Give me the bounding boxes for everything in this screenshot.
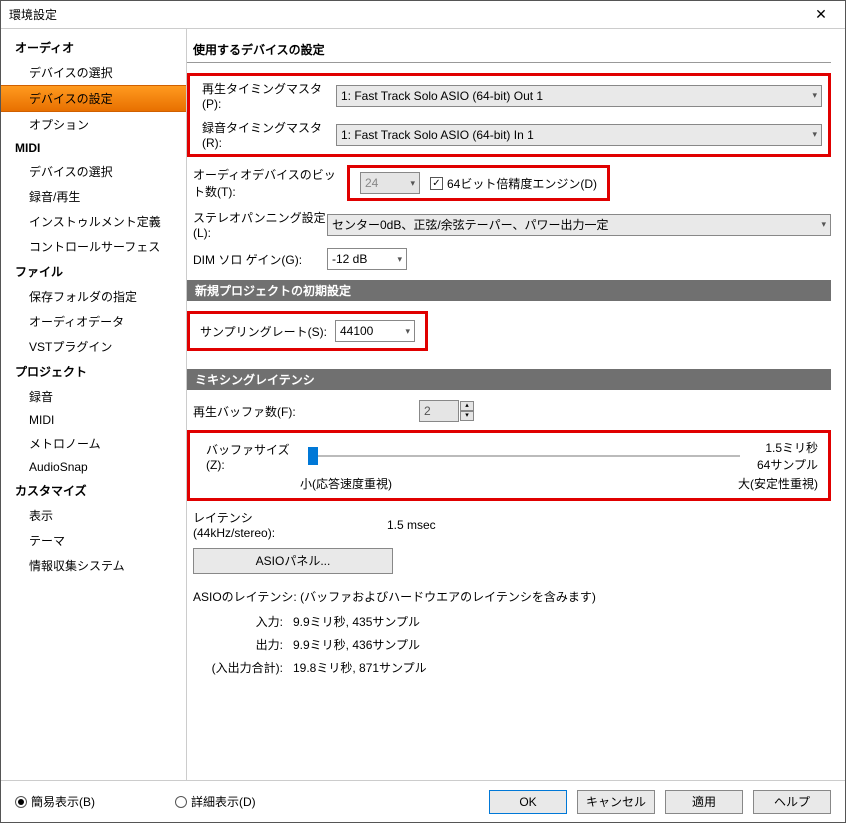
ok-button[interactable]: OK — [489, 790, 567, 814]
spinner-up-icon: ▴ — [460, 401, 474, 411]
sidebar: オーディオ デバイスの選択 デバイスの設定 オプション MIDI デバイスの選択… — [1, 29, 187, 780]
buffers-spinner: ▴ ▾ — [419, 400, 474, 422]
chevron-down-icon: ▾ — [410, 178, 415, 189]
latency-value: 1.5 msec — [387, 518, 436, 532]
sidebar-item-instrument[interactable]: インストゥルメント定義 — [1, 209, 186, 234]
page-heading: 使用するデバイスの設定 — [187, 37, 831, 63]
samplerate-value: 44100 — [340, 324, 373, 338]
bufsize-samples: 64サンプル — [748, 456, 818, 473]
checkbox-icon: ✓ — [430, 177, 443, 190]
footer: 簡易表示(B) 詳細表示(D) OK キャンセル 適用 ヘルプ — [1, 780, 845, 822]
latency-in-label: 入力: — [193, 613, 293, 630]
engine64-label: 64ビット倍精度エンジン(D) — [447, 175, 597, 192]
playback-master-label: 再生タイミングマスタ(P): — [196, 80, 336, 111]
sidebar-item-audiosnap[interactable]: AudioSnap — [1, 456, 186, 478]
help-button[interactable]: ヘルプ — [753, 790, 831, 814]
sidebar-item-midi-device[interactable]: デバイスの選択 — [1, 159, 186, 184]
sidebar-cat-customize: カスタマイズ — [1, 478, 186, 503]
spinner-down-icon: ▾ — [460, 411, 474, 421]
latency-out-label: 出力: — [193, 636, 293, 653]
sidebar-cat-project: プロジェクト — [1, 359, 186, 384]
latency-in-value: 9.9ミリ秒, 435サンプル — [293, 613, 420, 630]
samplerate-label: サンプリングレート(S): — [200, 323, 327, 340]
chevron-down-icon: ▾ — [405, 326, 410, 337]
sidebar-cat-file: ファイル — [1, 259, 186, 284]
chevron-down-icon: ▾ — [812, 129, 817, 140]
sidebar-item-midi2[interactable]: MIDI — [1, 409, 186, 431]
bufsize-slider[interactable] — [308, 455, 740, 457]
highlight-timing-master: 再生タイミングマスタ(P): 1: Fast Track Solo ASIO (… — [187, 73, 831, 157]
playback-master-select[interactable]: 1: Fast Track Solo ASIO (64-bit) Out 1 ▾ — [336, 85, 822, 107]
simple-view-radio[interactable]: 簡易表示(B) — [15, 793, 95, 810]
dim-select[interactable]: -12 dB ▾ — [327, 248, 407, 270]
asio-panel-button[interactable]: ASIOパネル... — [193, 548, 393, 574]
bufsize-small-label: 小(応答速度重視) — [300, 475, 392, 492]
sidebar-item-device-settings[interactable]: デバイスの設定 — [1, 85, 186, 112]
sidebar-item-device-select[interactable]: デバイスの選択 — [1, 60, 186, 85]
dim-label: DIM ソロ ゲイン(G): — [187, 251, 327, 268]
samplerate-select[interactable]: 44100 ▾ — [335, 320, 415, 342]
radio-icon — [175, 796, 187, 808]
newproject-bar: 新規プロジェクトの初期設定 — [187, 280, 831, 301]
sidebar-item-recplay[interactable]: 録音/再生 — [1, 184, 186, 209]
dim-value: -12 dB — [332, 252, 367, 266]
sidebar-item-metronome[interactable]: メトロノーム — [1, 431, 186, 456]
window-title: 環境設定 — [9, 6, 805, 23]
sidebar-item-theme[interactable]: テーマ — [1, 528, 186, 553]
cancel-button[interactable]: キャンセル — [577, 790, 655, 814]
bufsize-ms: 1.5ミリ秒 — [748, 439, 818, 456]
bufsize-large-label: 大(安定性重視) — [738, 475, 818, 492]
latency-total-value: 19.8ミリ秒, 871サンプル — [293, 659, 427, 676]
bufsize-label: バッファサイズ(Z): — [200, 441, 300, 472]
mixing-bar: ミキシングレイテンシ — [187, 369, 831, 390]
sidebar-cat-audio: オーディオ — [1, 35, 186, 60]
latency-out-value: 9.9ミリ秒, 436サンプル — [293, 636, 420, 653]
apply-button[interactable]: 適用 — [665, 790, 743, 814]
playback-master-value: 1: Fast Track Solo ASIO (64-bit) Out 1 — [341, 89, 543, 103]
sidebar-item-audiodata[interactable]: オーディオデータ — [1, 309, 186, 334]
sidebar-cat-midi: MIDI — [1, 137, 186, 159]
bitdepth-label: オーディオデバイスのビット数(T): — [187, 166, 347, 200]
simple-view-label: 簡易表示(B) — [31, 793, 95, 810]
asio-latency-label: ASIOのレイテンシ: (バッファおよびハードウエアのレイテンシを含みます) — [187, 588, 831, 605]
chevron-down-icon: ▾ — [812, 90, 817, 101]
panning-select[interactable]: センター0dB、正弦/余弦テーパー、パワー出力一定 ▾ — [327, 214, 831, 236]
radio-icon — [15, 796, 27, 808]
latency-total-label: (入出力合計): — [193, 659, 293, 676]
sidebar-item-controlsurface[interactable]: コントロールサーフェス — [1, 234, 186, 259]
chevron-down-icon: ▾ — [821, 219, 826, 230]
engine64-checkbox[interactable]: ✓ 64ビット倍精度エンジン(D) — [430, 175, 597, 192]
latency-label: レイテンシ(44kHz/stereo): — [187, 509, 327, 540]
titlebar: 環境設定 ✕ — [1, 1, 845, 29]
chevron-down-icon: ▾ — [397, 254, 402, 265]
buffers-value — [419, 400, 459, 422]
detail-view-radio[interactable]: 詳細表示(D) — [175, 793, 256, 810]
panning-value: センター0dB、正弦/余弦テーパー、パワー出力一定 — [332, 216, 608, 233]
sidebar-item-vst[interactable]: VSTプラグイン — [1, 334, 186, 359]
record-master-select[interactable]: 1: Fast Track Solo ASIO (64-bit) In 1 ▾ — [336, 124, 822, 146]
sidebar-item-analytics[interactable]: 情報収集システム — [1, 553, 186, 578]
sidebar-item-options[interactable]: オプション — [1, 112, 186, 137]
panning-label: ステレオパンニング設定(L): — [187, 209, 327, 240]
buffers-label: 再生バッファ数(F): — [187, 403, 327, 420]
slider-thumb[interactable] — [308, 447, 318, 465]
sidebar-item-record[interactable]: 録音 — [1, 384, 186, 409]
record-master-value: 1: Fast Track Solo ASIO (64-bit) In 1 — [341, 128, 534, 142]
detail-view-label: 詳細表示(D) — [191, 793, 256, 810]
bitdepth-value: 24 — [365, 176, 378, 190]
bitdepth-select: 24 ▾ — [360, 172, 420, 194]
sidebar-item-display[interactable]: 表示 — [1, 503, 186, 528]
sidebar-item-savefolder[interactable]: 保存フォルダの指定 — [1, 284, 186, 309]
record-master-label: 録音タイミングマスタ(R): — [196, 119, 336, 150]
close-icon[interactable]: ✕ — [805, 6, 837, 23]
